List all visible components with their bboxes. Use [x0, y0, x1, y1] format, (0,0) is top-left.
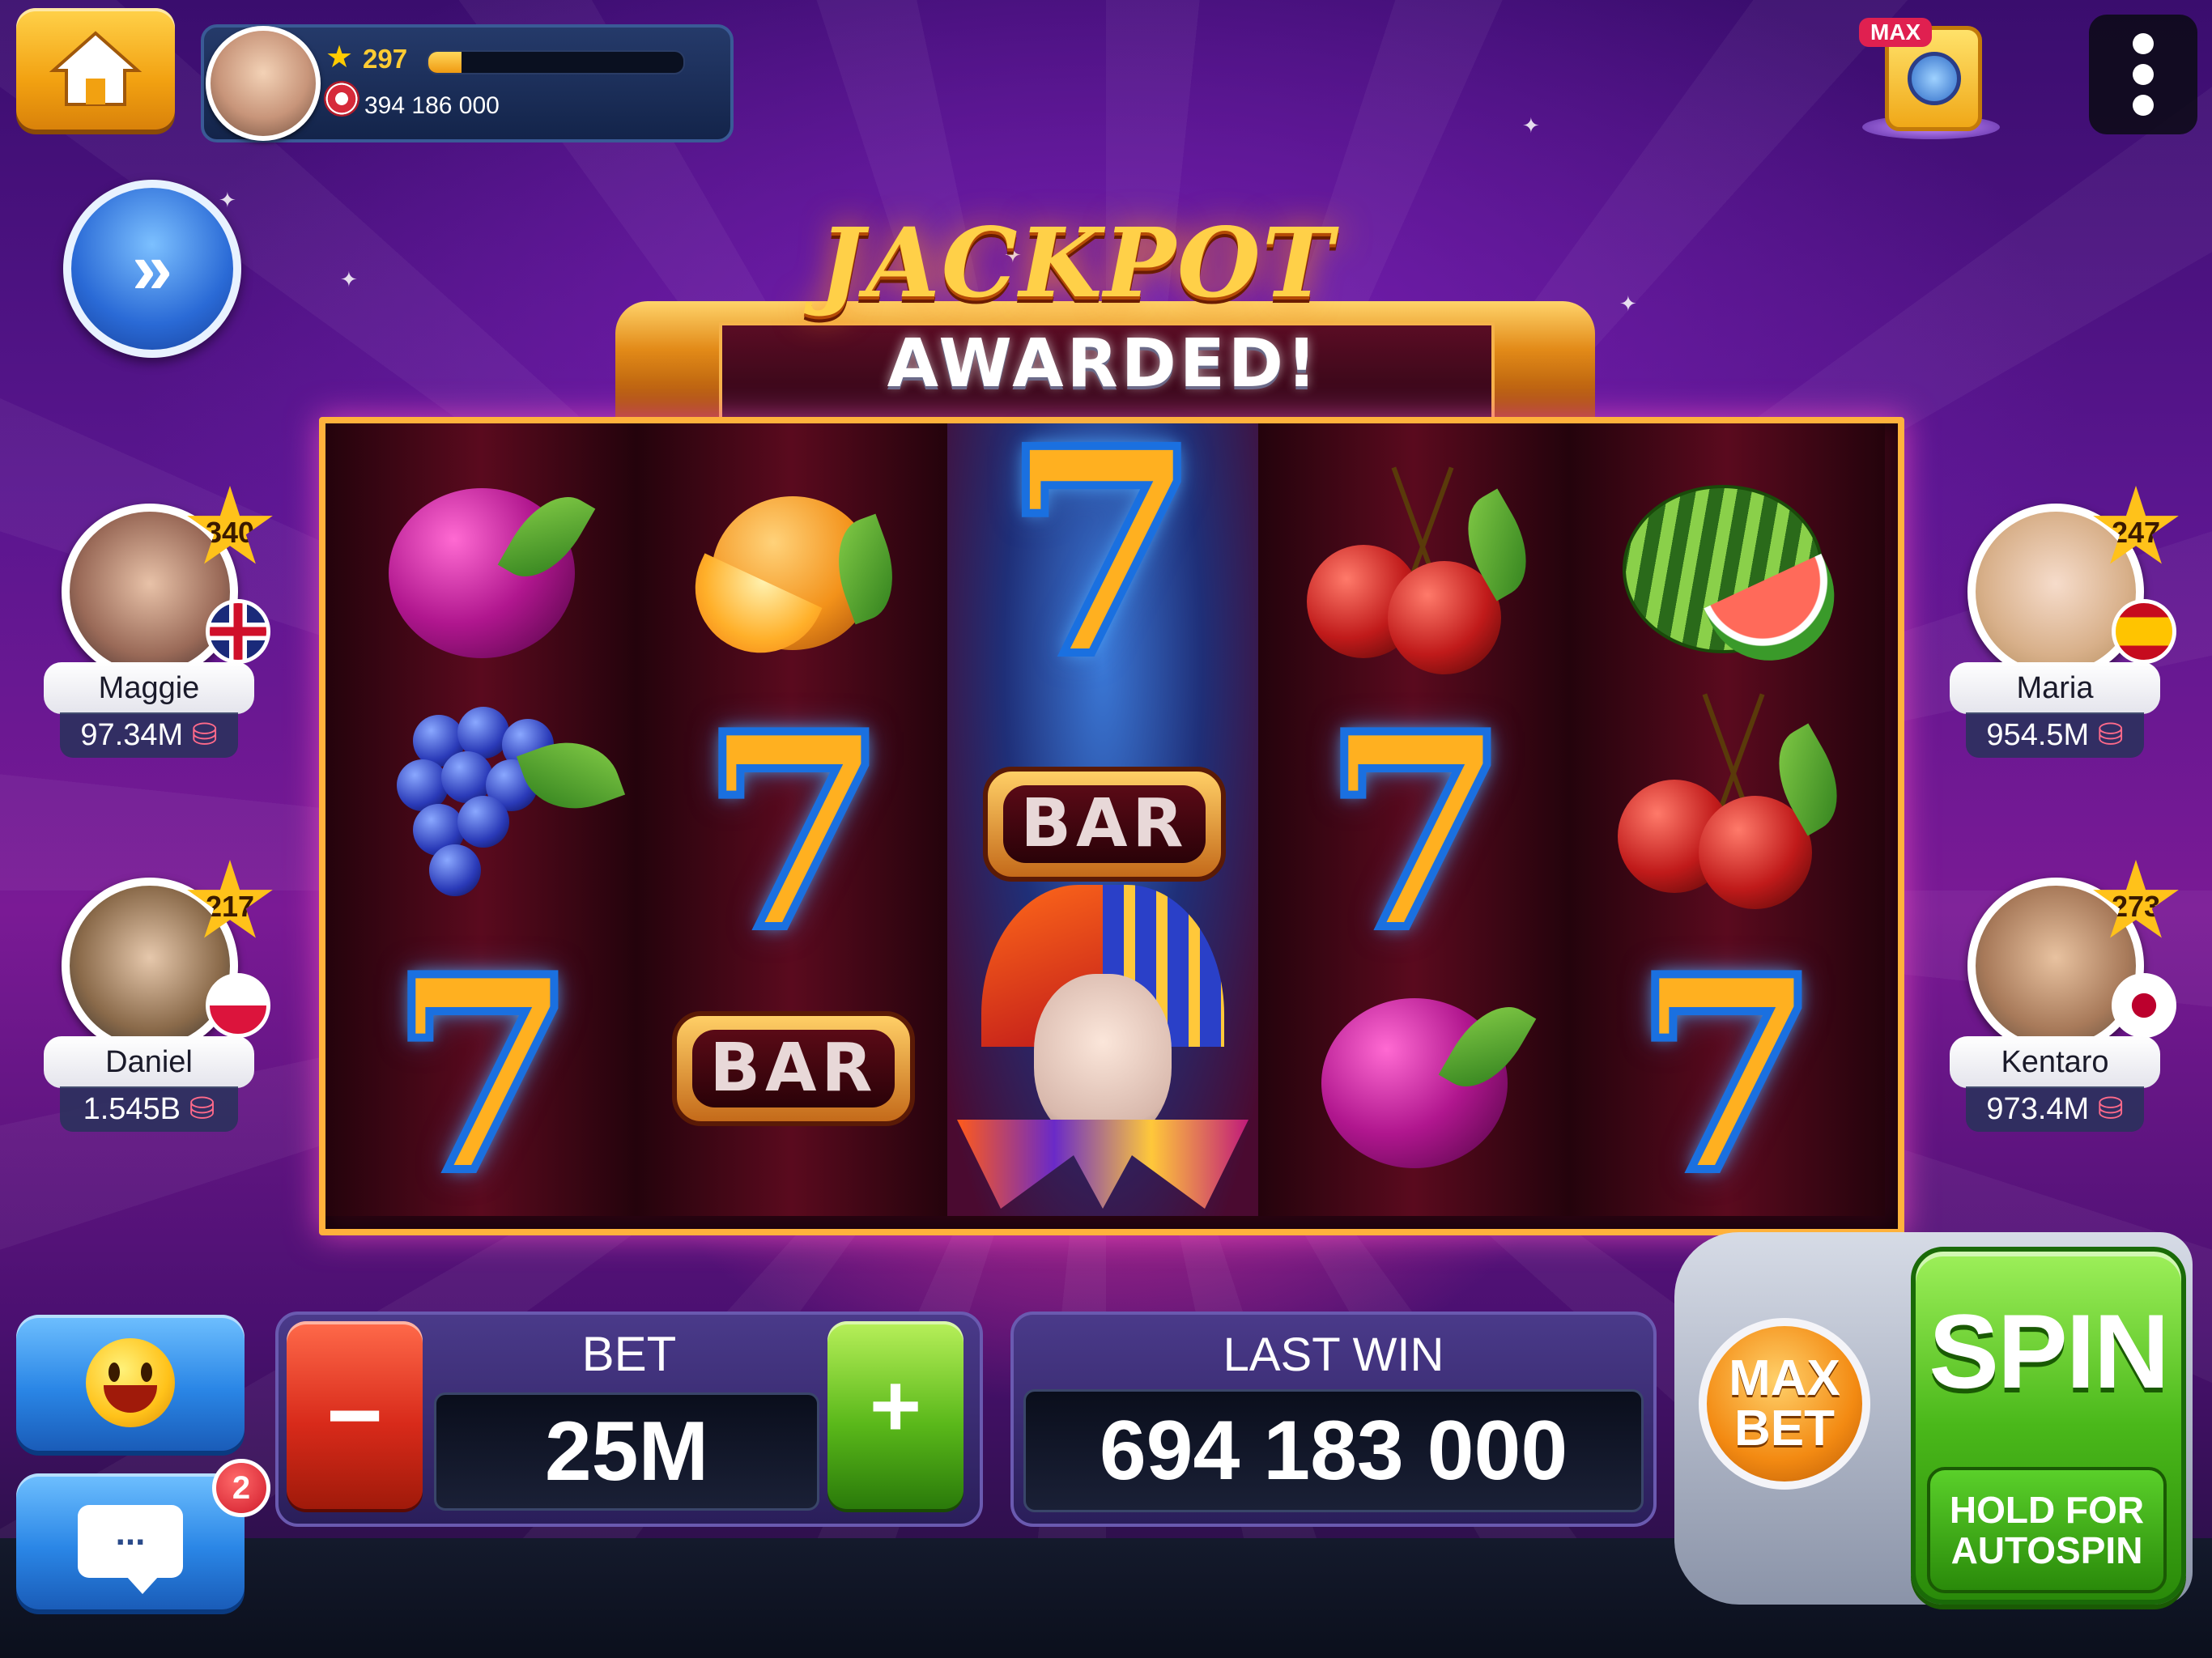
max-bet-button[interactable]: MAX BET: [1699, 1318, 1870, 1490]
menu-dot: [2133, 95, 2154, 116]
bar-symbol: BAR: [983, 763, 1226, 885]
seven-symbol: 7: [999, 386, 1205, 720]
player-name: Kentaro: [1950, 1036, 2160, 1088]
sparkle: ✦: [219, 188, 236, 212]
chat-notification-badge: 2: [212, 1459, 270, 1517]
player-coins: 973.4M ⛁: [1966, 1086, 2144, 1132]
xp-progress-bar: [427, 50, 685, 74]
plum-symbol: [364, 472, 599, 674]
joker-symbol: [957, 885, 1249, 1209]
flag-japan-icon: [2112, 973, 2176, 1038]
chat-bubble-icon: ...: [78, 1505, 183, 1594]
vault-dial: [1908, 52, 1961, 105]
reel-2: 7 BAR: [636, 423, 951, 1216]
vault-bonus[interactable]: MAX: [1854, 11, 2000, 141]
flag-poland-icon: [206, 973, 270, 1038]
more-vertical-icon[interactable]: [2089, 15, 2197, 134]
seven-symbol: 7: [1630, 918, 1824, 1232]
player-name: Maggie: [44, 662, 254, 714]
chat-button[interactable]: ...: [16, 1473, 245, 1609]
seven-symbol: 7: [386, 918, 581, 1232]
autospin-hint: HOLD FOR AUTOSPIN: [1927, 1467, 2167, 1593]
last-win-label: LAST WIN: [1223, 1329, 1444, 1381]
seven-symbol: 7: [1319, 675, 1513, 989]
sparkle: ✦: [1522, 113, 1540, 138]
menu-dot: [2133, 33, 2154, 54]
bar-symbol: BAR: [672, 1008, 915, 1129]
max-bet-line2: BET: [1734, 1401, 1835, 1456]
reel-3: 7 BAR: [947, 407, 1261, 1216]
home-button[interactable]: [16, 8, 175, 130]
spin-button[interactable]: SPIN HOLD FOR AUTOSPIN: [1911, 1247, 2186, 1605]
max-bet-line1: MAX: [1729, 1350, 1840, 1406]
player-profile[interactable]: ★ 297 394 186 000: [201, 24, 734, 142]
home-icon: [49, 31, 143, 106]
menu-dot: [2133, 64, 2154, 85]
flag-uk-icon: [206, 599, 270, 664]
jackpot-title: JACKPOT: [819, 206, 1335, 319]
sparkle: ✦: [340, 267, 358, 291]
last-win-panel: LAST WIN 694 183 000: [1010, 1312, 1657, 1527]
vault-max-badge: MAX: [1859, 18, 1933, 47]
avatar[interactable]: [206, 26, 321, 141]
xp-progress-fill: [428, 52, 462, 73]
seven-symbol: 7: [697, 675, 891, 989]
coin-balance: 394 186 000: [364, 92, 500, 119]
hold-line1: HOLD FOR: [1949, 1489, 2145, 1531]
player-card-maggie[interactable]: 340 Maggie 97.34M ⛁: [44, 486, 273, 795]
player-name: Daniel: [44, 1036, 254, 1088]
decrease-bet-button[interactable]: −: [287, 1321, 423, 1509]
player-coins: 97.34M ⛁: [60, 712, 238, 758]
player-coins: 1.545B ⛁: [60, 1086, 238, 1132]
reel-5: 7: [1569, 423, 1885, 1216]
plum-symbol: [1297, 982, 1537, 1184]
fast-forward-button[interactable]: »: [63, 180, 241, 358]
increase-bet-button[interactable]: +: [827, 1321, 963, 1509]
player-level: 297: [363, 44, 408, 74]
spin-label: SPIN: [1929, 1292, 2169, 1410]
cherries-symbol: [1291, 456, 1546, 674]
sparkle: ✦: [1619, 291, 1637, 316]
star-icon: ★: [325, 40, 354, 74]
casino-chip-icon: [324, 81, 359, 117]
reel-4: 7: [1258, 423, 1572, 1216]
smiley-icon: [86, 1338, 175, 1427]
last-win-value: 694 183 000: [1023, 1389, 1644, 1512]
watermelon-symbol: [1602, 464, 1856, 682]
player-card-daniel[interactable]: 217 Daniel 1.545B ⛁: [44, 860, 273, 1169]
player-coins: 954.5M ⛁: [1966, 712, 2144, 758]
hold-line2: AUTOSPIN: [1950, 1529, 2143, 1571]
flag-spain-icon: [2112, 599, 2176, 664]
cherries-symbol: [1602, 682, 1857, 917]
emoji-button[interactable]: [16, 1315, 245, 1451]
reel-1: 7: [325, 423, 640, 1216]
orange-symbol: [674, 472, 910, 674]
fast-forward-icon: »: [131, 227, 173, 309]
player-name: Maria: [1950, 662, 2160, 714]
player-card-maria[interactable]: 247 Maria 954.5M ⛁: [1950, 486, 2179, 795]
grapes-symbol: [364, 699, 626, 901]
player-card-kentaro[interactable]: 273 Kentaro 973.4M ⛁: [1950, 860, 2179, 1169]
bet-value: 25M: [434, 1392, 819, 1511]
